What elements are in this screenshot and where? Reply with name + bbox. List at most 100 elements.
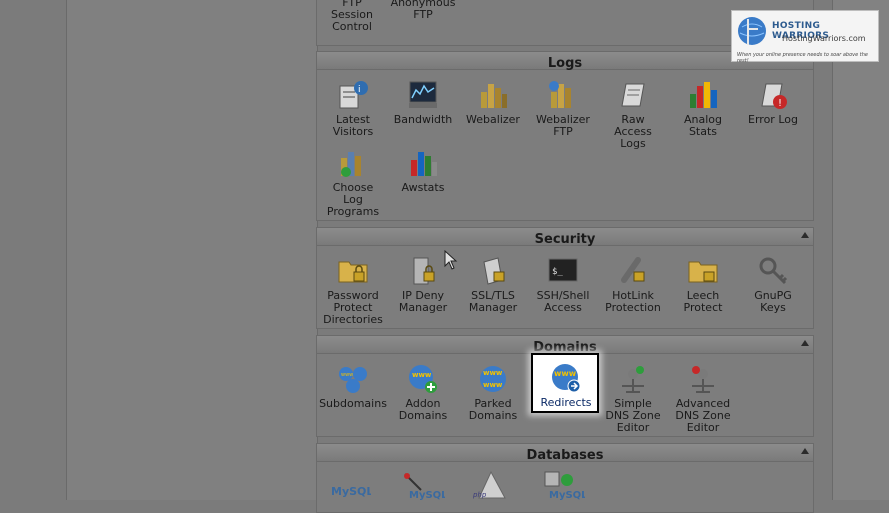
gnupg-keys-label: GnuPG Keys bbox=[754, 289, 792, 314]
subdomains-label: Subdomains bbox=[319, 397, 387, 410]
bandwidth-label: Bandwidth bbox=[393, 113, 453, 126]
gnupg-keys-icon bbox=[759, 257, 788, 285]
domains-header[interactable]: Domains bbox=[317, 336, 813, 355]
hotlink-label: HotLink Protection bbox=[605, 289, 661, 314]
remote-mysql-icon[interactable]: MySQL bbox=[541, 470, 585, 500]
redirects[interactable]: www Redirects bbox=[535, 361, 597, 409]
svg-text:php: php bbox=[472, 491, 487, 499]
latest-visitors-label: Latest Visitors bbox=[332, 113, 374, 138]
svg-text:MySQL: MySQL bbox=[331, 485, 371, 498]
ssl-tls-manager[interactable]: SSL/TLS Manager bbox=[458, 254, 528, 314]
gnupg-keys[interactable]: GnuPG Keys bbox=[738, 254, 808, 314]
redirects-label: Redirects bbox=[540, 396, 592, 409]
analog-stats-label: Analog Stats bbox=[683, 113, 722, 138]
databases-title: Databases bbox=[526, 448, 604, 463]
raw-access-logs-label: Raw Access Logs bbox=[614, 113, 652, 150]
redirects-highlight[interactable]: www Redirects bbox=[531, 353, 599, 413]
choose-log-programs[interactable]: Choose Log Programs bbox=[318, 146, 388, 218]
webalizer-ftp[interactable]: Webalizer FTP bbox=[528, 78, 598, 138]
svg-text:www: www bbox=[483, 381, 503, 389]
mysql-icon[interactable]: MySQL bbox=[331, 470, 371, 500]
svg-text:i: i bbox=[358, 85, 361, 95]
subdomains[interactable]: www Subdomains bbox=[318, 362, 388, 410]
latest-visitors[interactable]: i Latest Visitors bbox=[318, 78, 388, 138]
ftp-session-control[interactable]: FTP Session Control bbox=[317, 0, 387, 33]
left-column bbox=[66, 0, 318, 500]
choose-log-programs-icon bbox=[341, 152, 361, 177]
analog-stats[interactable]: Analog Stats bbox=[668, 78, 738, 138]
collapse-arrow-icon[interactable] bbox=[801, 448, 809, 454]
raw-access-logs[interactable]: Raw Access Logs bbox=[598, 78, 668, 150]
error-log-icon: ! bbox=[761, 83, 787, 109]
password-protect-label: Password Protect Directories bbox=[323, 289, 383, 326]
password-protect-icon bbox=[338, 261, 368, 283]
ip-deny-label: IP Deny Manager bbox=[398, 289, 448, 314]
leech-protect-icon bbox=[688, 261, 718, 283]
phpmyadmin-icon[interactable]: php bbox=[471, 470, 515, 500]
globe-logo-icon bbox=[738, 17, 766, 45]
awstats-label: Awstats bbox=[401, 181, 445, 194]
choose-log-programs-label: Choose Log Programs bbox=[326, 181, 380, 218]
awstats[interactable]: Awstats bbox=[388, 146, 458, 194]
collapse-arrow-icon[interactable] bbox=[801, 340, 809, 346]
svg-text:www: www bbox=[412, 371, 432, 379]
addon-domains[interactable]: www Addon Domains bbox=[388, 362, 458, 422]
right-column bbox=[832, 0, 889, 500]
mouse-cursor-icon bbox=[444, 250, 458, 270]
error-log[interactable]: ! Error Log bbox=[738, 78, 808, 126]
advanced-dns-icon bbox=[692, 366, 714, 393]
parked-domains-label: Parked Domains bbox=[468, 397, 518, 422]
anonymous-ftp[interactable]: Anonymous FTP bbox=[388, 0, 458, 21]
webalizer-ftp-icon bbox=[549, 81, 571, 108]
hosting-warriors-logo: HOSTING WARRIORS HostingWarriors.com Whe… bbox=[731, 10, 879, 64]
advanced-dns-label: Advanced DNS Zone Editor bbox=[675, 397, 731, 434]
logo-tagline: When your online presence needs to soar … bbox=[737, 52, 868, 64]
ssh-shell-label: SSH/Shell Access bbox=[536, 289, 590, 314]
security-title: Security bbox=[534, 232, 596, 247]
analog-stats-icon bbox=[690, 82, 717, 108]
ssh-shell-access[interactable]: $_ SSH/Shell Access bbox=[528, 254, 598, 314]
addon-domains-icon: www bbox=[409, 365, 437, 393]
simple-dns-label: Simple DNS Zone Editor bbox=[605, 397, 661, 434]
svg-text:!: ! bbox=[778, 98, 782, 109]
mysql-wizard-icon[interactable]: MySQL bbox=[401, 470, 445, 500]
databases-panel: Databases MySQL MySQL php MySQL bbox=[316, 443, 814, 513]
bandwidth-icon bbox=[409, 81, 437, 108]
redirects-icon: www bbox=[552, 364, 581, 393]
error-log-label: Error Log bbox=[748, 113, 798, 126]
svg-text:MySQL: MySQL bbox=[409, 490, 445, 500]
ssl-tls-icon bbox=[483, 257, 505, 285]
webalizer[interactable]: Webalizer bbox=[458, 78, 528, 126]
screen: FTP Session Control Anonymous FTP Logs i… bbox=[0, 0, 889, 513]
addon-domains-label: Addon Domains bbox=[398, 397, 448, 422]
bandwidth[interactable]: Bandwidth bbox=[388, 78, 458, 126]
hotlink-protection[interactable]: HotLink Protection bbox=[598, 254, 668, 314]
collapse-arrow-icon[interactable] bbox=[801, 232, 809, 238]
subdomains-icon: www bbox=[339, 367, 367, 393]
webalizer-label: Webalizer bbox=[466, 113, 520, 126]
hotlink-icon bbox=[621, 257, 645, 283]
ftp-session-label: FTP Session Control bbox=[331, 0, 373, 33]
ip-deny-icon bbox=[413, 257, 435, 285]
awstats-icon bbox=[411, 152, 437, 176]
svg-text:www: www bbox=[341, 372, 353, 378]
svg-text:MySQL: MySQL bbox=[549, 490, 585, 500]
leech-protect-label: Leech Protect bbox=[683, 289, 723, 314]
password-protect-directories[interactable]: Password Protect Directories bbox=[318, 254, 388, 326]
cpanel-main: FTP Session Control Anonymous FTP Logs i… bbox=[316, 0, 816, 513]
parked-domains[interactable]: www www Parked Domains bbox=[458, 362, 528, 422]
simple-dns-zone-editor[interactable]: Simple DNS Zone Editor bbox=[598, 362, 668, 434]
parked-domains-icon: www www bbox=[480, 366, 506, 392]
latest-visitors-icon: i bbox=[339, 81, 368, 109]
security-header[interactable]: Security bbox=[317, 228, 813, 247]
ssl-tls-label: SSL/TLS Manager bbox=[468, 289, 518, 314]
leech-protect[interactable]: Leech Protect bbox=[668, 254, 738, 314]
advanced-dns-zone-editor[interactable]: Advanced DNS Zone Editor bbox=[668, 362, 738, 434]
logs-panel: Logs i Latest Visitors Bandwidth Webaliz… bbox=[316, 51, 814, 221]
databases-header[interactable]: Databases bbox=[317, 444, 813, 463]
svg-text:www: www bbox=[483, 369, 503, 377]
anonymous-ftp-label: Anonymous FTP bbox=[390, 0, 456, 21]
webalizer-ftp-label: Webalizer FTP bbox=[536, 113, 590, 138]
ssh-shell-icon: $_ bbox=[548, 258, 578, 282]
svg-text:$_: $_ bbox=[552, 267, 563, 277]
